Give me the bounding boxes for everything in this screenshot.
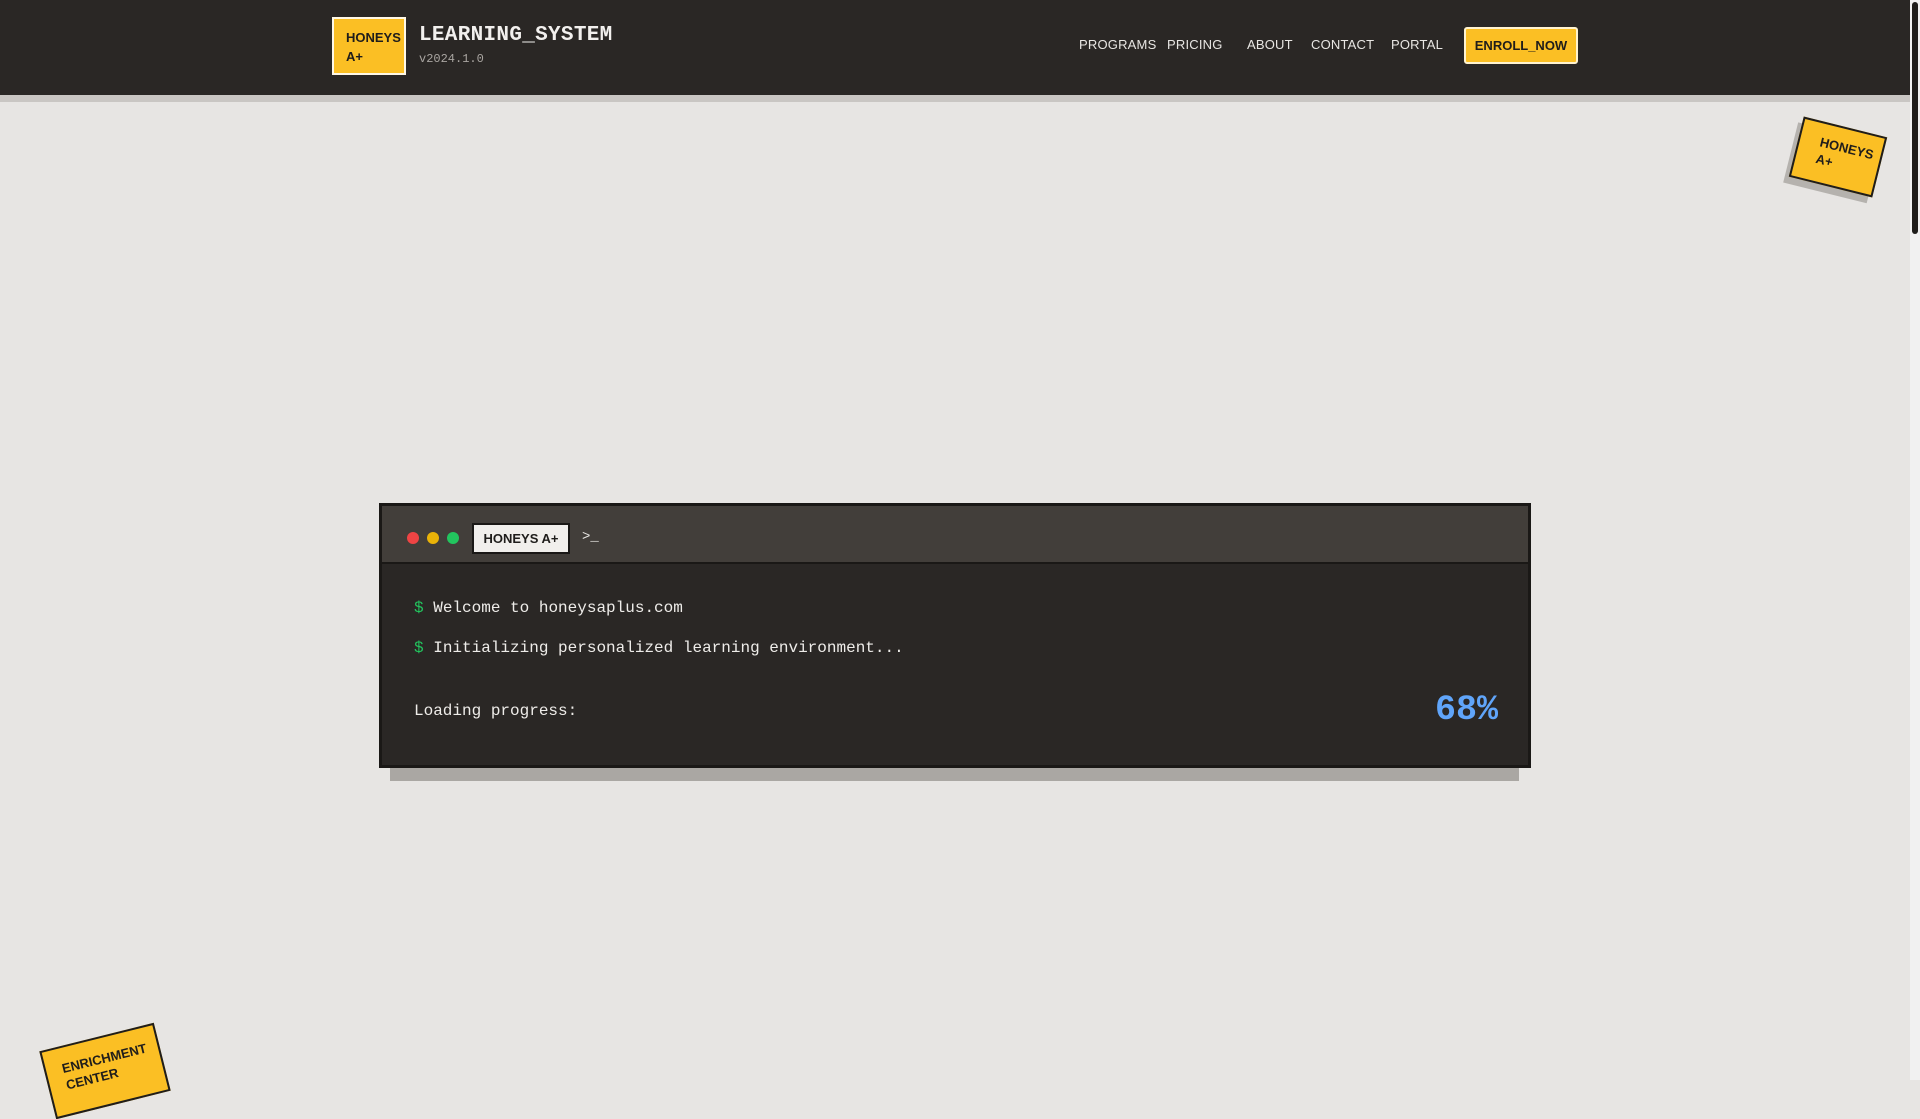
navbar: HONEYS A+ LEARNING_SYSTEM v2024.1.0 PROG… bbox=[0, 0, 1910, 95]
terminal-window: HONEYS A+ >_ $ Welcome to honeysaplus.co… bbox=[379, 503, 1531, 768]
honeys-sticker: HONEYS A+ bbox=[1788, 116, 1888, 198]
progress-value: 68% bbox=[1434, 690, 1498, 730]
terminal-line: $ Initializing personalized learning env… bbox=[414, 639, 904, 657]
terminal-line: $ Welcome to honeysaplus.com bbox=[414, 599, 683, 617]
prompt-symbol: $ bbox=[414, 599, 424, 617]
close-dot-icon[interactable] bbox=[407, 532, 419, 544]
nav-link-contact[interactable]: CONTACT bbox=[1311, 37, 1374, 52]
scrollbar-thumb[interactable] bbox=[1912, 2, 1918, 234]
terminal-tab[interactable]: HONEYS A+ bbox=[472, 523, 570, 554]
terminal-line-text: Initializing personalized learning envir… bbox=[433, 639, 904, 657]
terminal-prompt-icon: >_ bbox=[582, 529, 599, 545]
nav-link-programs[interactable]: PROGRAMS bbox=[1079, 37, 1156, 52]
enrichment-sticker: ENRICHMENT CENTER bbox=[39, 1022, 171, 1119]
terminal-title-bar: HONEYS A+ >_ bbox=[382, 506, 1528, 564]
main-nav: PROGRAMS PRICING ABOUT CONTACT PORTAL bbox=[0, 37, 1910, 57]
nav-link-portal[interactable]: PORTAL bbox=[1391, 37, 1443, 52]
maximize-dot-icon[interactable] bbox=[447, 532, 459, 544]
enroll-now-button[interactable]: ENROLL_NOW bbox=[1464, 27, 1578, 64]
nav-link-pricing[interactable]: PRICING bbox=[1167, 37, 1223, 52]
terminal-line-text: Welcome to honeysaplus.com bbox=[433, 599, 683, 617]
progress-label: Loading progress: bbox=[414, 702, 578, 720]
nav-link-about[interactable]: ABOUT bbox=[1247, 37, 1293, 52]
minimize-dot-icon[interactable] bbox=[427, 532, 439, 544]
prompt-symbol: $ bbox=[414, 639, 424, 657]
